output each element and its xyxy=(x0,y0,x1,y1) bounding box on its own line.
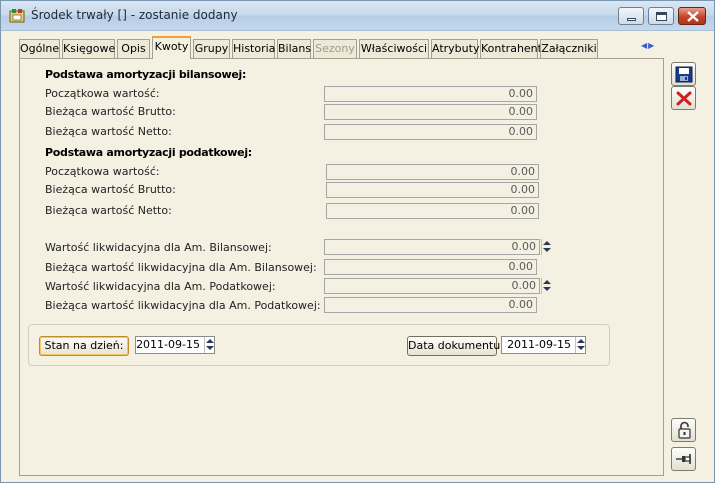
likw-bilansowa-spinner[interactable] xyxy=(541,239,551,255)
spin-up-icon[interactable] xyxy=(577,339,585,343)
tab-scroll-arrows[interactable]: ◀▶ xyxy=(641,41,663,53)
stan-na-dzien-button[interactable]: Stan na dzień: xyxy=(39,336,129,356)
likw-podatkowa-spinner[interactable] xyxy=(541,278,551,294)
tab-ksiegowe[interactable]: Księgowe xyxy=(62,39,115,58)
close-button[interactable] xyxy=(678,7,706,25)
tab-wlasciwosci[interactable]: Właściwości xyxy=(359,39,429,58)
podatkowa-netto-field[interactable]: 0.00 xyxy=(326,203,539,219)
tab-strip: Ogólne Księgowe Opis Kwoty Grupy Histori… xyxy=(19,36,659,59)
likw-bilansowa-field[interactable]: 0.00 xyxy=(324,239,540,255)
tab-kontrahent[interactable]: Kontrahent xyxy=(480,39,542,58)
tab-atrybuty[interactable]: Atrybuty xyxy=(431,39,479,58)
likw-podatkowa-field[interactable]: 0.00 xyxy=(324,278,540,294)
bilansowa-poczatkowa-field[interactable]: 0.00 xyxy=(324,86,537,102)
podatkowa-brutto-label: Bieżąca wartość Brutto: xyxy=(45,183,176,196)
podatkowa-netto-label: Bieżąca wartość Netto: xyxy=(45,204,172,217)
pin-button[interactable] xyxy=(671,447,696,471)
minimize-button[interactable] xyxy=(618,7,644,25)
data-dokumentu-button[interactable]: Data dokumentu: xyxy=(407,336,504,356)
tab-scroll-right-icon[interactable]: ▶ xyxy=(648,41,655,50)
maximize-icon xyxy=(656,12,667,21)
red-x-icon xyxy=(676,91,692,106)
app-icon xyxy=(9,9,25,23)
bilansowa-header: Podstawa amortyzacji bilansowej: xyxy=(45,68,247,81)
data-dokumentu-date-field[interactable]: 2011-09-15 xyxy=(501,336,586,354)
likw-biez-bilansowa-field[interactable]: 0.00 xyxy=(324,259,537,275)
floppy-disk-icon xyxy=(675,66,693,83)
padlock-icon xyxy=(678,421,691,439)
spin-down-icon[interactable] xyxy=(543,287,551,291)
spin-up-icon[interactable] xyxy=(543,241,551,245)
bilansowa-netto-label: Bieżąca wartość Netto: xyxy=(45,125,172,138)
bilansowa-netto-field[interactable]: 0.00 xyxy=(324,124,537,140)
likw-bilansowa-label: Wartość likwidacyjna dla Am. Bilansowej: xyxy=(45,241,272,254)
tab-ogolne[interactable]: Ogólne xyxy=(19,39,60,58)
tab-historia[interactable]: Historia xyxy=(232,39,275,58)
save-button[interactable] xyxy=(671,62,696,86)
pushpin-icon xyxy=(676,454,691,464)
maximize-button[interactable] xyxy=(648,7,674,25)
spin-up-icon[interactable] xyxy=(206,339,214,343)
tab-zalaczniki[interactable]: Załączniki xyxy=(540,39,598,58)
title-bar[interactable]: Środek trwały [] - zostanie dodany xyxy=(1,1,714,31)
unlock-button[interactable] xyxy=(671,418,696,442)
cancel-button[interactable] xyxy=(671,86,696,110)
podatkowa-poczatkowa-field[interactable]: 0.00 xyxy=(326,164,539,180)
likw-biez-podatkowa-field[interactable]: 0.00 xyxy=(324,297,537,313)
close-icon xyxy=(687,11,699,22)
stan-na-dzien-date-field[interactable]: 2011-09-15 xyxy=(135,336,215,354)
tab-opis[interactable]: Opis xyxy=(117,39,150,58)
likw-biez-podatkowa-label: Bieżąca wartość likwidacyjna dla Am. Pod… xyxy=(45,299,321,312)
spin-down-icon[interactable] xyxy=(543,248,551,252)
spin-down-icon[interactable] xyxy=(206,346,214,350)
spin-down-icon[interactable] xyxy=(577,346,585,350)
minimize-icon xyxy=(627,18,636,21)
window-title: Środek trwały [] - zostanie dodany xyxy=(31,8,238,22)
bilansowa-poczatkowa-label: Początkowa wartość: xyxy=(45,87,160,100)
likw-podatkowa-label: Wartość likwidacyjna dla Am. Podatkowej: xyxy=(45,280,276,293)
podatkowa-brutto-field[interactable]: 0.00 xyxy=(326,182,539,198)
tab-kwoty[interactable]: Kwoty xyxy=(152,36,191,59)
tab-grupy[interactable]: Grupy xyxy=(193,39,230,58)
tab-sezony: Sezony xyxy=(313,39,357,58)
likw-biez-bilansowa-label: Bieżąca wartość likwidacyjna dla Am. Bil… xyxy=(45,261,317,274)
window: Środek trwały [] - zostanie dodany Ogóln… xyxy=(0,0,715,483)
spin-up-icon[interactable] xyxy=(543,280,551,284)
podatkowa-header: Podstawa amortyzacji podatkowej: xyxy=(45,146,252,159)
podatkowa-poczatkowa-label: Początkowa wartość: xyxy=(45,165,160,178)
stan-na-dzien-spinner[interactable] xyxy=(204,337,214,353)
bilansowa-brutto-label: Bieżąca wartość Brutto: xyxy=(45,105,176,118)
tab-bilans[interactable]: Bilans xyxy=(277,39,311,58)
bilansowa-brutto-field[interactable]: 0.00 xyxy=(324,104,537,120)
data-dokumentu-spinner[interactable] xyxy=(575,337,585,353)
